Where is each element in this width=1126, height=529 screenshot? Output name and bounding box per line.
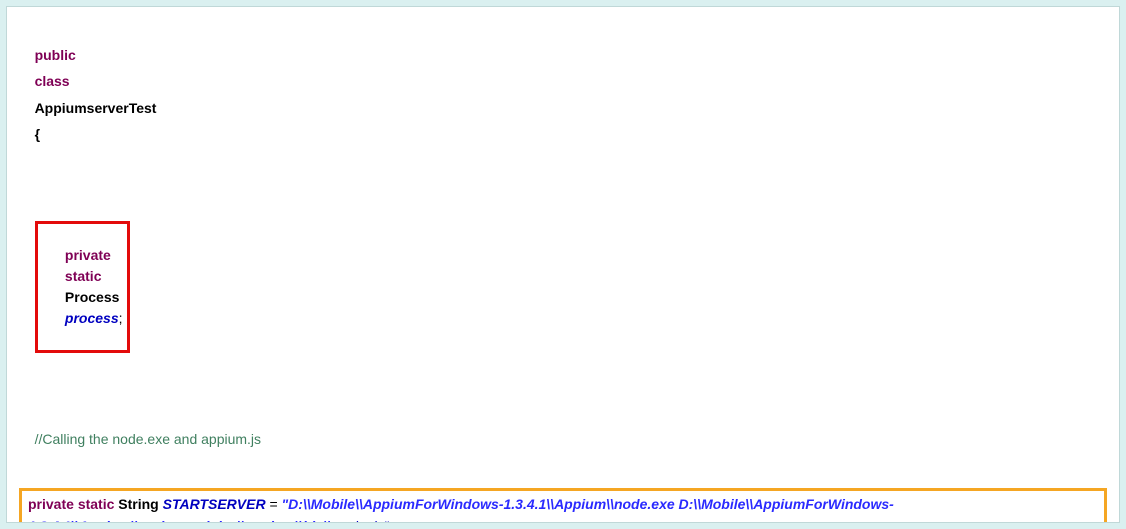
keyword-static: static [78,496,115,512]
keyword-class: class [35,73,70,89]
field-process: process [65,310,119,326]
type-process: Process [65,289,119,305]
highlight-red-box: private static Process process; [35,221,130,353]
comment-text: //Calling the node.exe and appium.js [35,431,261,447]
string-literal-main: main .js" [331,518,388,523]
keyword-private: private [65,247,111,263]
code-panel: public class AppiumserverTest { private … [6,6,1120,523]
process-field-line: private static Process process; [19,195,1107,380]
keyword-private: private [28,496,74,512]
comment-calling: //Calling the node.exe and appium.js [19,400,1107,480]
type-string: String [118,496,158,512]
highlight-orange-box: private static String STARTSERVER = "D:\… [19,488,1107,523]
keyword-public: public [35,47,76,63]
keyword-static: static [65,268,102,284]
const-startserver: STARTSERVER [163,496,266,512]
equals: = [269,496,277,512]
class-declaration-line: public class AppiumserverTest { [19,15,1107,175]
semicolon: ; [388,518,392,523]
semicolon: ; [119,310,123,326]
open-brace: { [35,126,40,142]
class-name: AppiumserverTest [35,100,157,116]
